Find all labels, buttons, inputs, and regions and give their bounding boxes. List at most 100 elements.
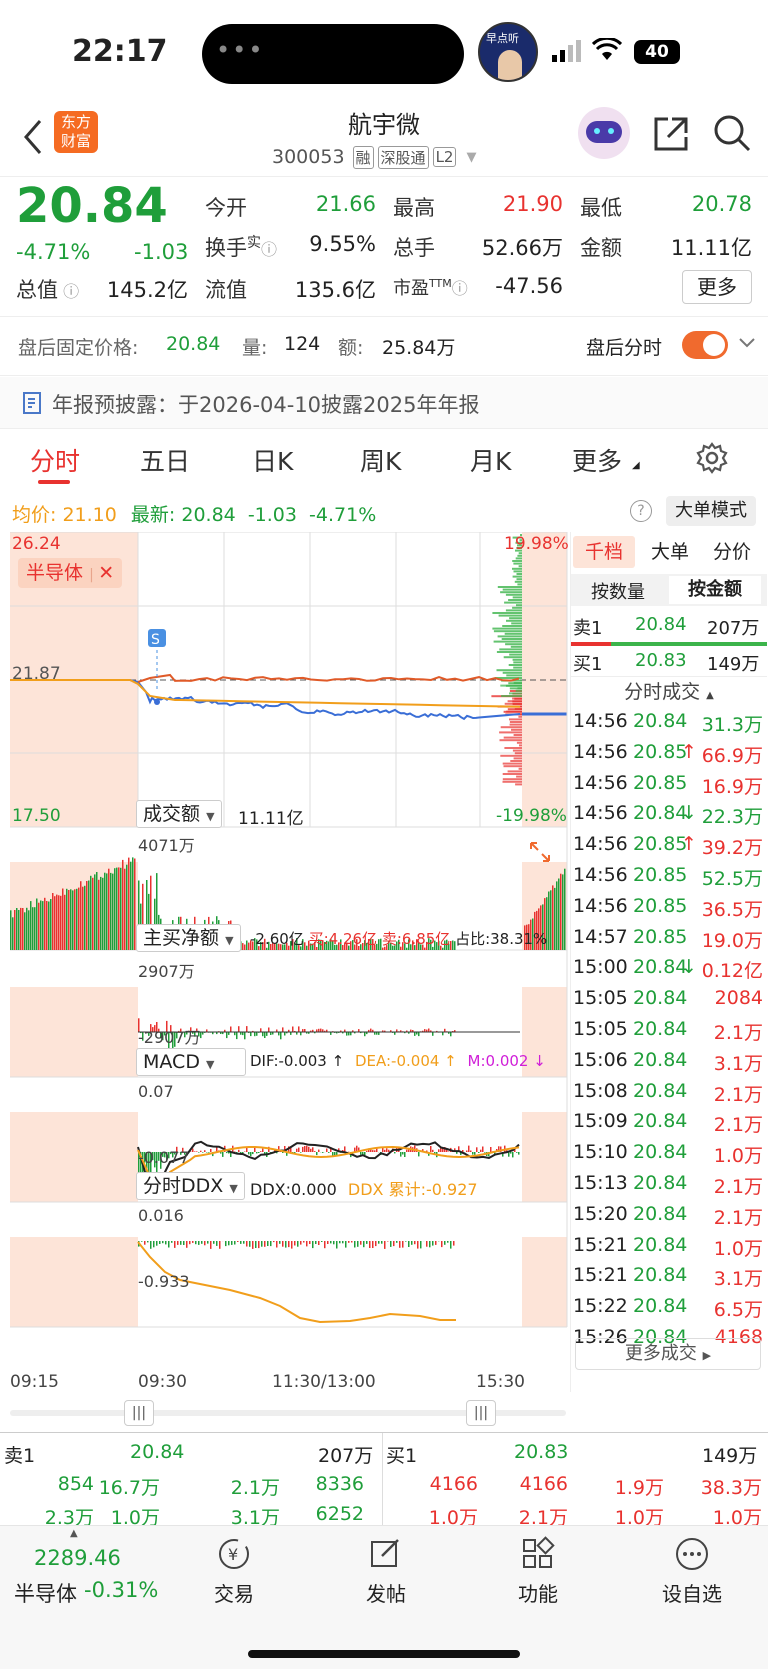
- info-icon: ⓘ: [261, 240, 278, 259]
- amount-label: 金额: [580, 236, 622, 260]
- info-icon: ⓘ: [451, 279, 468, 298]
- y-top-label: 26.24: [12, 534, 61, 554]
- stock-code-row[interactable]: 300053 融 深股通 L2 ▼: [272, 143, 476, 171]
- macd-indicator-select[interactable]: MACD ▼: [136, 1048, 246, 1076]
- pe-value: -47.56: [495, 274, 563, 298]
- intraday-chart-area: 均价: 21.10 最新: 20.84 -1.03 -4.71% ? 大单模式 …: [0, 492, 768, 1529]
- dropdown-icon: ▼: [229, 1182, 238, 1195]
- caret-icon: ◢: [632, 460, 640, 471]
- trade-row: 14:56 20.85 36.5万: [573, 894, 763, 921]
- ob-buy-r1-c1: 4166: [519, 1473, 568, 1495]
- dropdown-icon: ▼: [225, 934, 234, 947]
- more-trades-button[interactable]: 更多成交 ▶: [575, 1338, 761, 1370]
- trade-row: 15:21 20.84 3.1万: [573, 1264, 763, 1291]
- volume-indicator-select[interactable]: 成交额 ▼: [136, 800, 222, 828]
- ob-sell-r1-c0: 854: [57, 1473, 94, 1495]
- right-panel: 千档 大单 分价 按数量 按金额 卖1 20.84 207万 买1 20.83 …: [570, 532, 768, 1392]
- function-button[interactable]: 功能: [508, 1536, 568, 1607]
- caret-up-icon: ▲: [706, 690, 714, 701]
- settings-icon[interactable]: [696, 442, 728, 478]
- tab-monthly[interactable]: 月K: [470, 442, 511, 478]
- rp-buy1-amt: 149万: [707, 654, 760, 675]
- latest-value: 20.84: [181, 504, 236, 526]
- chevron-down-icon: ▼: [466, 149, 477, 165]
- range-slider-left-handle[interactable]: |||: [124, 1400, 154, 1426]
- dropdown-icon: ▼: [206, 1058, 215, 1071]
- after-hours-toggle[interactable]: [682, 331, 728, 359]
- caret-up-icon: ▲: [70, 1528, 78, 1539]
- expand-icon[interactable]: [528, 840, 552, 868]
- trades-title[interactable]: 分时成交 ▲: [571, 676, 767, 704]
- chevron-down-icon[interactable]: [738, 335, 756, 354]
- right-tab-qiandang[interactable]: 千档: [573, 536, 635, 568]
- ob-sell-r1-c1: 16.7万: [98, 1477, 160, 1499]
- sector-tag[interactable]: 半导体 | ✕: [18, 558, 123, 588]
- x-label-1130: 11:30/13:00: [272, 1372, 376, 1392]
- ob-buy-r1-c3: 38.3万: [700, 1477, 762, 1499]
- robot-assistant-icon[interactable]: [578, 107, 630, 159]
- separator: |: [89, 567, 99, 583]
- listen-avatar-icon[interactable]: 早点听: [478, 22, 538, 82]
- trade-row: 15:20 20.84 2.1万: [573, 1202, 763, 1229]
- ddx-bot-label: -0.933: [138, 1272, 190, 1291]
- range-slider-right-handle[interactable]: |||: [466, 1400, 496, 1426]
- ddx-summary: DDX:0.000 DDX 累计:-0.927: [250, 1180, 478, 1199]
- trade-button[interactable]: ¥ 交易: [204, 1536, 264, 1607]
- more-button[interactable]: 更多: [682, 270, 752, 304]
- tab-intraday[interactable]: 分时: [30, 442, 80, 478]
- last-price: 20.84: [16, 178, 168, 234]
- after-amt-label: 额:: [338, 337, 364, 359]
- turnover-value: 9.55%: [309, 232, 376, 256]
- trade-row: 15:22 20.84 6.5万: [573, 1295, 763, 1322]
- add-watchlist-button[interactable]: 设自选: [660, 1536, 724, 1607]
- right-tab-price[interactable]: 分价: [713, 536, 751, 568]
- post-button[interactable]: 发帖: [356, 1536, 416, 1607]
- x-label-0930: 09:30: [138, 1372, 187, 1392]
- after-toggle-label: 盘后分时: [586, 337, 663, 359]
- chart-summary: 均价: 21.10 最新: 20.84 -1.03 -4.71%: [12, 500, 376, 527]
- trade-row: 15:08 20.84 2.1万: [573, 1079, 763, 1106]
- right-tab-big-order[interactable]: 大单: [651, 536, 689, 568]
- trade-row: 15:13 20.84 2.1万: [573, 1172, 763, 1198]
- right-sub-by-qty[interactable]: 按数量: [591, 578, 645, 604]
- trade-row: 14:56 20.84 31.3万: [573, 710, 763, 736]
- intraday-chart-svg: S: [10, 532, 568, 1328]
- ob-sell-r1-c3: 8336: [315, 1473, 364, 1495]
- sector-index[interactable]: ▲ 2289.46 半导体 -0.31%: [14, 1526, 174, 1606]
- ob-buy-price: 20.83: [514, 1441, 569, 1463]
- low-label: 最低: [580, 196, 622, 220]
- search-icon[interactable]: [712, 113, 752, 157]
- tab-weekly[interactable]: 周K: [360, 442, 401, 478]
- tag-level2: L2: [432, 147, 457, 167]
- share-icon[interactable]: [652, 115, 690, 157]
- stock-header: 东方 财富 航宇微 300053 融 深股通 L2 ▼: [0, 105, 768, 177]
- after-hours-bar: 盘后固定价格: 20.84 量: 124 额: 25.84万 盘后分时: [0, 316, 768, 376]
- after-vol: 124: [284, 333, 321, 355]
- net-top-label: 2907万: [138, 962, 195, 981]
- volume-label: 总手: [393, 236, 435, 260]
- pe-label: 市盈TTMⓘ: [393, 277, 468, 299]
- ddx-indicator-select[interactable]: 分时DDX ▼: [136, 1172, 245, 1200]
- right-sub-by-amount[interactable]: 按金额: [669, 576, 761, 604]
- tab-more[interactable]: 更多: [572, 442, 622, 478]
- info-icon: ⓘ: [58, 282, 80, 301]
- ob-buy-r1-c0: 4166: [429, 1473, 478, 1495]
- avg-value: 21.10: [62, 504, 117, 526]
- trade-row: 15:05 20.84 2.1万: [573, 1018, 763, 1044]
- tab-5day[interactable]: 五日: [140, 442, 190, 478]
- net-bot-label: -2907万: [138, 1028, 201, 1047]
- ob-buy-label: 买1: [386, 1445, 418, 1467]
- annual-report-notice[interactable]: 年报预披露：于2026-04-10披露2025年年报: [0, 377, 768, 429]
- high-label: 最高: [393, 196, 435, 220]
- help-icon[interactable]: ?: [630, 500, 652, 522]
- tab-daily[interactable]: 日K: [252, 442, 293, 478]
- volume-max: 4071万: [138, 836, 195, 855]
- close-icon[interactable]: ✕: [98, 562, 114, 584]
- trade-row: 15:21 20.84 1.0万: [573, 1233, 763, 1260]
- trade-row: 15:09 20.84 2.1万: [573, 1110, 763, 1137]
- y-mid-label: 21.87: [12, 664, 61, 684]
- big-order-mode-button[interactable]: 大单模式: [666, 496, 756, 526]
- svg-text:¥: ¥: [228, 1545, 238, 1564]
- ob-sell-r2-c3: 6252: [315, 1503, 364, 1525]
- net-indicator-select[interactable]: 主买净额 ▼: [136, 924, 241, 952]
